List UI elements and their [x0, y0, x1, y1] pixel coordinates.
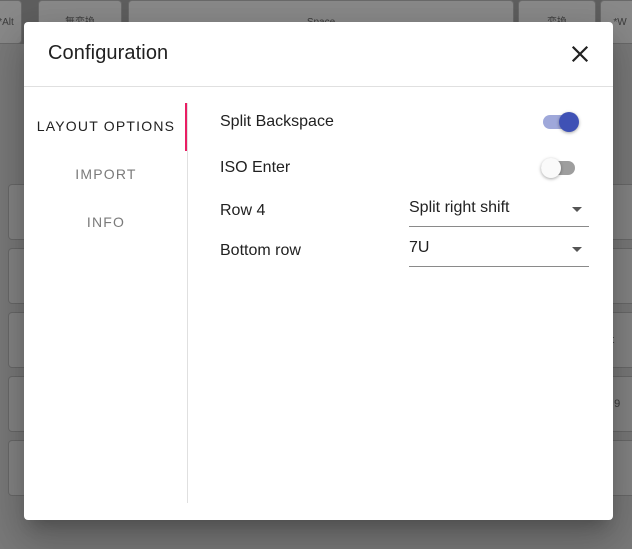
dropdown-arrow-icon [572, 207, 582, 212]
key-alt-label: *Alt [0, 17, 14, 28]
tabs-divider [187, 103, 188, 503]
dialog-header: Configuration [24, 22, 613, 87]
split-backspace-toggle-thumb [559, 112, 579, 132]
key-alt: *Alt [0, 0, 22, 44]
close-icon [571, 45, 589, 63]
split-backspace-label: Split Backspace [220, 113, 334, 130]
key-win-label: *W [613, 17, 627, 28]
tab-layout-options[interactable]: LAYOUT OPTIONS [24, 102, 188, 150]
iso-enter-label: ISO Enter [220, 159, 291, 176]
configuration-dialog: Configuration LAYOUT OPTIONS IMPORT INFO… [24, 22, 613, 520]
iso-enter-toggle[interactable] [541, 158, 577, 178]
tab-info[interactable]: INFO [24, 198, 188, 246]
dropdown-arrow-icon [572, 247, 582, 252]
split-backspace-toggle[interactable] [543, 112, 579, 132]
row4-label: Row 4 [220, 202, 266, 219]
iso-enter-toggle-thumb [541, 158, 561, 178]
bottom-row-select[interactable]: 7U [409, 234, 589, 267]
close-button[interactable] [568, 42, 592, 66]
active-tab-indicator [185, 103, 187, 151]
row4-select[interactable]: Split right shift [409, 194, 589, 227]
bottom-row-select-value: 7U [409, 239, 430, 256]
tab-import[interactable]: IMPORT [24, 150, 188, 198]
config-tabs: LAYOUT OPTIONS IMPORT INFO [24, 102, 188, 502]
bottom-row-label: Bottom row [220, 242, 301, 259]
row4-select-value: Split right shift [409, 199, 510, 216]
dialog-title: Configuration [48, 42, 169, 64]
